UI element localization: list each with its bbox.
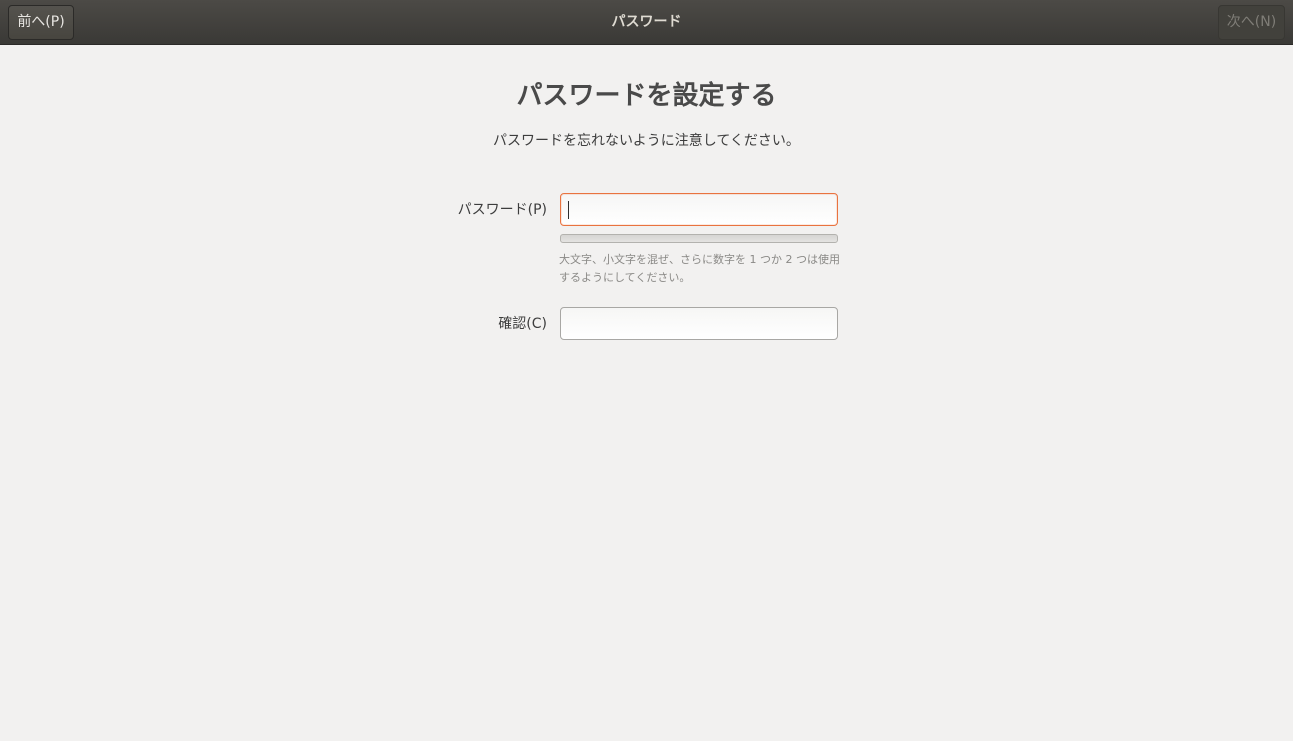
text-caret (568, 201, 569, 219)
password-hint: 大文字、小文字を混ぜ、さらに数字を 1 つか 2 つは使用するようにしてください… (559, 253, 840, 284)
password-label: パスワード(P) (457, 202, 547, 218)
password-input[interactable] (560, 193, 838, 226)
next-button[interactable]: 次へ(N) (1218, 5, 1285, 40)
page-title: パスワードを設定する (516, 81, 777, 111)
header-bar: 前へ(P) パスワード 次へ(N) (0, 0, 1293, 45)
password-strength-bar (560, 234, 838, 243)
window-title: パスワード (611, 14, 682, 30)
confirm-password-input[interactable] (560, 307, 838, 340)
page-subtitle: パスワードを忘れないように注意してください。 (493, 133, 800, 149)
confirm-label: 確認(C) (498, 316, 547, 332)
